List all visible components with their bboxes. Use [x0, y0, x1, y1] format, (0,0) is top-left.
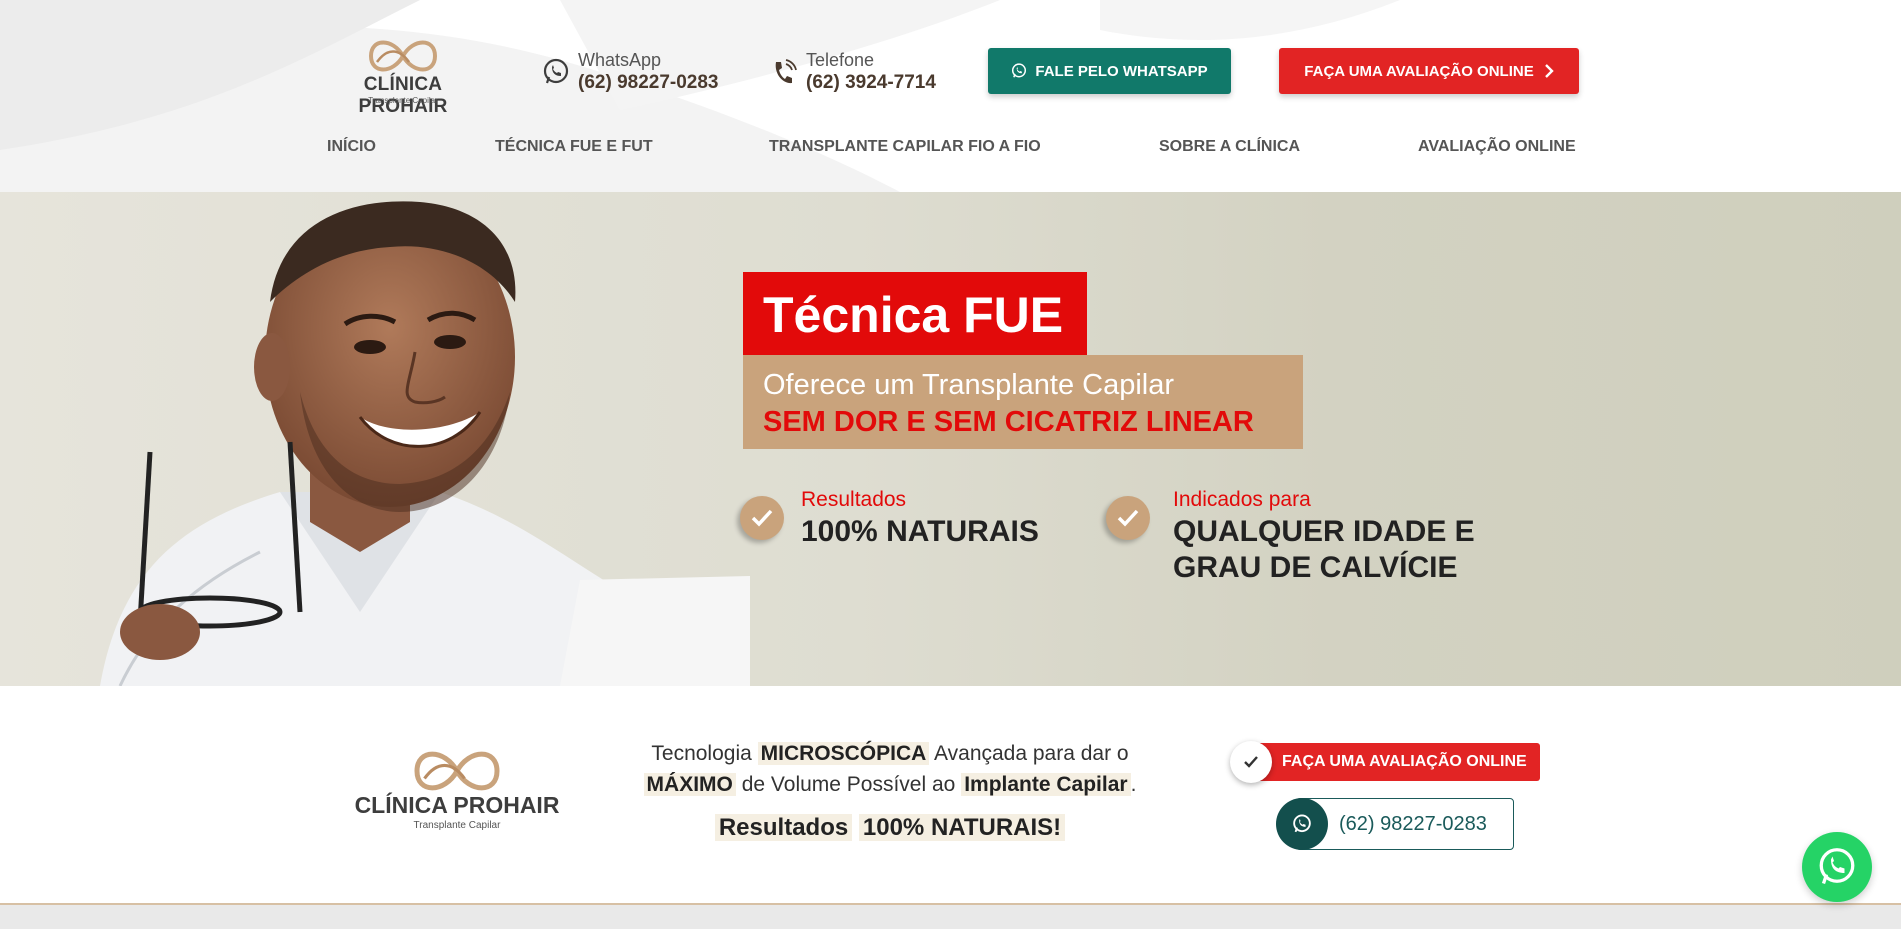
info-strip: CLÍNICA PROHAIR Transplante Capilar Tecn… [0, 686, 1901, 904]
tagline: Tecnologia MICROSCÓPICA Avançada para da… [620, 738, 1160, 800]
tagline-highlight: Implante Capilar [961, 773, 1131, 796]
floating-whatsapp-button[interactable] [1802, 832, 1872, 902]
tagline-highlight: MÁXIMO [643, 773, 736, 796]
feature-value-indicated-line2: GRAU DE CALVÍCIE [1173, 551, 1458, 584]
chevron-right-icon [1544, 64, 1554, 78]
feature-value-indicated-line1: QUALQUER IDADE E [1173, 515, 1475, 548]
results-a: Resultados [714, 814, 853, 841]
nav-item-transplante[interactable]: TRANSPLANTE CAPILAR FIO A FIO [769, 138, 1041, 156]
online-evaluation-button[interactable]: FAÇA UMA AVALIAÇÃO ONLINE [1279, 48, 1579, 94]
whatsapp-button[interactable]: FALE PELO WHATSAPP [988, 48, 1231, 94]
nav-item-sobre[interactable]: SOBRE A CLÍNICA [1159, 138, 1300, 156]
strip-logo-name: CLÍNICA PROHAIR [354, 792, 560, 818]
hero-subtitle-line1: Oferece um Transplante Capilar [763, 369, 1175, 401]
check-icon [1230, 741, 1272, 783]
whatsapp-label: WhatsApp [578, 50, 662, 70]
whatsapp-number: (62) 98227-0283 [578, 72, 719, 93]
strip-logo-subtitle: Transplante Capilar [413, 820, 501, 831]
whatsapp-icon [1012, 63, 1027, 78]
nav-item-avaliacao[interactable]: AVALIAÇÃO ONLINE [1418, 138, 1576, 156]
results-line: Resultados 100% NATURAIS! [620, 814, 1160, 842]
site-header: CLÍNICA PROHAIR Transplante Capilar What… [0, 0, 1901, 192]
phone-icon [775, 59, 797, 84]
tagline-text: Tecnologia [651, 742, 752, 765]
feature-label-indicated: Indicados para [1173, 488, 1311, 511]
phone-label: Telefone [806, 50, 875, 70]
infinity-logo-icon [368, 40, 438, 72]
nav-item-inicio[interactable]: INÍCIO [327, 138, 376, 156]
results-b: 100% NATURAIS! [858, 814, 1066, 841]
strip-logo: CLÍNICA PROHAIR Transplante Capilar [352, 746, 562, 831]
strip-whatsapp-number: (62) 98227-0283 [1296, 798, 1514, 850]
infinity-logo-icon [414, 751, 500, 791]
whatsapp-icon [1276, 798, 1328, 850]
tagline-text: de Volume Possível ao [741, 773, 956, 796]
evaluation-button-label: FAÇA UMA AVALIAÇÃO ONLINE [1304, 62, 1534, 80]
strip-evaluation-label: FAÇA UMA AVALIAÇÃO ONLINE [1252, 743, 1540, 781]
whatsapp-button-label: FALE PELO WHATSAPP [1035, 62, 1208, 80]
hero-subtitle-box: Oferece um Transplante Capilar SEM DOR E… [743, 355, 1303, 449]
strip-evaluation-button[interactable]: FAÇA UMA AVALIAÇÃO ONLINE [1230, 741, 1540, 783]
strip-whatsapp-button[interactable]: (62) 98227-0283 [1276, 798, 1514, 850]
page: CLÍNICA PROHAIR Transplante Capilar What… [0, 0, 1901, 929]
check-icon [1106, 496, 1150, 540]
check-icon [740, 496, 784, 540]
tagline-text: Avançada para dar o [934, 742, 1129, 765]
header-logo[interactable]: CLÍNICA PROHAIR Transplante Capilar [318, 36, 488, 117]
phone-number: (62) 3924-7714 [806, 72, 936, 93]
smiling-man-image [100, 201, 750, 686]
footer-band [0, 903, 1901, 929]
nav-item-tecnica[interactable]: TÉCNICA FUE E FUT [495, 138, 653, 156]
whatsapp-icon [1819, 848, 1855, 885]
hero-banner: Técnica FUE Oferece um Transplante Capil… [0, 192, 1901, 686]
header-whatsapp-contact[interactable]: WhatsApp (62) 98227-0283 [542, 48, 732, 98]
hero-title: Técnica FUE [743, 272, 1087, 356]
hero-subtitle-line2: SEM DOR E SEM CICATRIZ LINEAR [763, 406, 1254, 438]
main-nav: INÍCIO TÉCNICA FUE E FUT TRANSPLANTE CAP… [0, 138, 1901, 162]
feature-label-results: Resultados [801, 488, 907, 511]
feature-value-results: 100% NATURAIS [801, 515, 1039, 548]
tagline-highlight: MICROSCÓPICA [757, 742, 930, 765]
header-phone-contact[interactable]: Telefone (62) 3924-7714 [770, 48, 960, 98]
tagline-text: . [1130, 773, 1137, 796]
logo-subtitle: Transplante Capilar [368, 96, 438, 105]
whatsapp-icon [543, 58, 569, 84]
